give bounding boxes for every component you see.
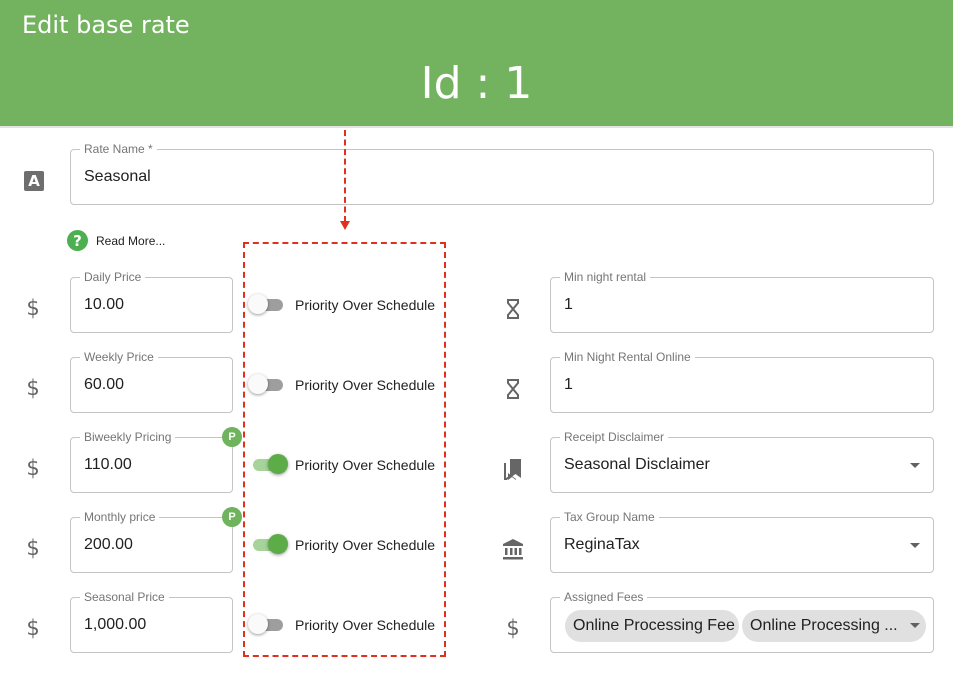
dollar-icon: $ (26, 536, 40, 560)
biweekly-priority-label: Priority Over Schedule (295, 457, 436, 473)
monthly-priority-toggle[interactable] (248, 533, 288, 557)
weekly-price-label: Weekly Price (80, 350, 158, 364)
biweekly-priority-toggle[interactable] (248, 453, 288, 477)
dollar-icon: $ (26, 616, 40, 640)
seasonal-price-value[interactable]: 1,000.00 (84, 616, 146, 634)
monthly-price-value[interactable]: 200.00 (84, 536, 133, 554)
dialog-title: Edit base rate (22, 11, 190, 39)
seasonal-price-field[interactable]: Seasonal Price 1,000.00 (70, 590, 233, 653)
dropdown-arrow-icon[interactable] (910, 543, 920, 548)
weekly-priority-label: Priority Over Schedule (295, 377, 436, 393)
min-night-rental-value[interactable]: 1 (564, 296, 573, 314)
dollar-icon: $ (26, 376, 40, 400)
rate-name-value[interactable]: Seasonal (84, 168, 151, 186)
min-night-rental-online-field[interactable]: Min Night Rental Online 1 (550, 350, 934, 413)
fee-chip[interactable]: Online Processing Fee (565, 610, 739, 642)
fee-chip[interactable]: Online Processing ... (742, 610, 926, 642)
daily-price-label: Daily Price (80, 270, 146, 284)
seasonal-price-label: Seasonal Price (80, 590, 169, 604)
header-divider (0, 126, 953, 128)
weekly-priority-toggle[interactable] (248, 373, 288, 397)
dollar-icon: $ (506, 616, 520, 640)
min-night-rental-online-label: Min Night Rental Online (560, 350, 695, 364)
biweekly-price-label: Biweekly Pricing (80, 430, 176, 444)
text-format-icon: A (24, 171, 44, 191)
weekly-price-value[interactable]: 60.00 (84, 376, 124, 394)
tax-group-label: Tax Group Name (560, 510, 659, 524)
daily-priority-toggle[interactable] (248, 293, 288, 317)
monthly-priority-label: Priority Over Schedule (295, 537, 436, 553)
rate-id: Id : 1 (420, 58, 533, 109)
hourglass-icon (502, 376, 524, 402)
daily-price-value[interactable]: 10.00 (84, 296, 124, 314)
annotation-arrowhead (340, 221, 350, 230)
receipt-disclaimer-value[interactable]: Seasonal Disclaimer (564, 456, 710, 474)
assigned-fees-select[interactable]: Assigned Fees Online Processing Fee Onli… (550, 590, 934, 653)
rate-name-field[interactable]: Rate Name * Seasonal (70, 142, 934, 205)
dropdown-arrow-icon[interactable] (910, 623, 920, 628)
receipt-disclaimer-label: Receipt Disclaimer (560, 430, 669, 444)
priority-badge: P (222, 427, 242, 447)
read-more-link[interactable]: ? Read More... (67, 230, 165, 251)
min-night-rental-label: Min night rental (560, 270, 651, 284)
read-more-text[interactable]: Read More... (96, 234, 165, 248)
tax-group-select[interactable]: Tax Group Name ReginaTax (550, 510, 934, 573)
priority-badge: P (222, 507, 242, 527)
dropdown-arrow-icon[interactable] (910, 463, 920, 468)
min-night-rental-field[interactable]: Min night rental 1 (550, 270, 934, 333)
biweekly-price-field[interactable]: Biweekly Pricing 110.00 (70, 430, 233, 493)
dollar-icon: $ (26, 296, 40, 320)
daily-price-field[interactable]: Daily Price 10.00 (70, 270, 233, 333)
daily-priority-label: Priority Over Schedule (295, 297, 436, 313)
bookmarks-icon (502, 456, 524, 482)
header-bar: Edit base rate Id : 1 (0, 0, 953, 126)
hourglass-icon (502, 296, 524, 322)
bank-icon (502, 536, 524, 562)
rate-name-label: Rate Name * (80, 142, 157, 156)
assigned-fees-label: Assigned Fees (560, 590, 648, 604)
help-icon: ? (67, 230, 88, 251)
monthly-price-label: Monthly price (80, 510, 160, 524)
min-night-rental-online-value[interactable]: 1 (564, 376, 573, 394)
weekly-price-field[interactable]: Weekly Price 60.00 (70, 350, 233, 413)
seasonal-priority-toggle[interactable] (248, 613, 288, 637)
biweekly-price-value[interactable]: 110.00 (84, 456, 132, 474)
dollar-icon: $ (26, 456, 40, 480)
tax-group-value[interactable]: ReginaTax (564, 536, 640, 554)
seasonal-priority-label: Priority Over Schedule (295, 617, 436, 633)
annotation-arrow-line (344, 130, 346, 222)
monthly-price-field[interactable]: Monthly price 200.00 (70, 510, 233, 573)
receipt-disclaimer-select[interactable]: Receipt Disclaimer Seasonal Disclaimer (550, 430, 934, 493)
